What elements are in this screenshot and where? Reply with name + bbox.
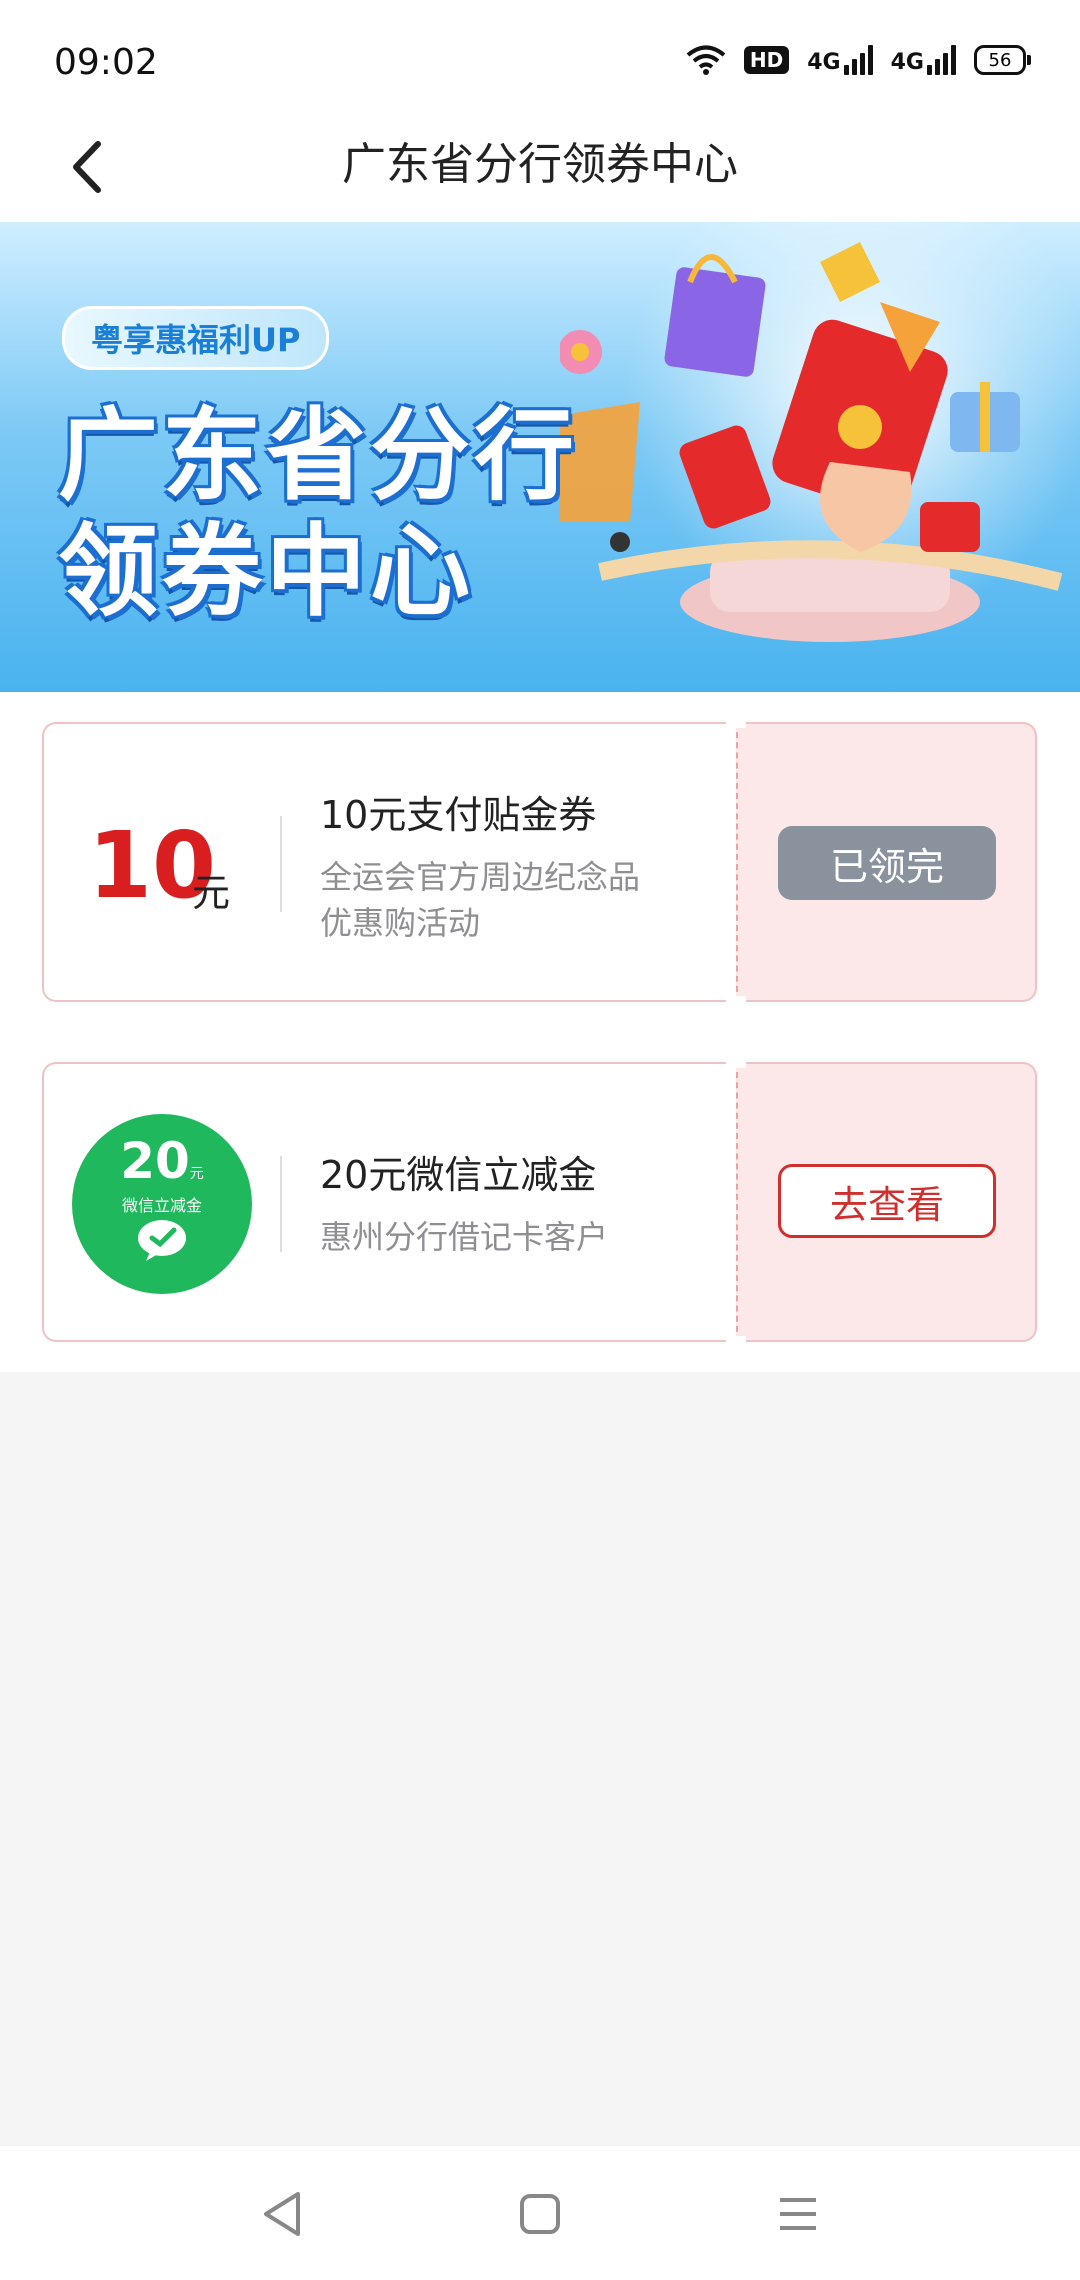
divider — [280, 1156, 282, 1252]
coupon-card: 10 元 10元支付贴金券 全运会官方周边纪念品 优惠购活动 已领完 — [42, 716, 1037, 1008]
view-button[interactable]: 去查看 — [778, 1164, 996, 1238]
ticket-notch — [726, 996, 746, 1008]
ticket-notch — [726, 1056, 746, 1068]
badge-unit: 元 — [189, 1166, 204, 1182]
coupon-info: 20元 微信立减金 20元微信立减金 惠州分行借记卡客户 — [42, 1062, 736, 1342]
promo-banner[interactable]: 粤享惠福利UP 广东省分行 领券中心 — [0, 222, 1080, 692]
coupon-title: 10元支付贴金券 — [320, 793, 597, 837]
wechat-icon — [138, 1220, 186, 1261]
coupon-action: 已领完 — [736, 722, 1037, 1002]
triangle-back-icon[interactable] — [254, 2186, 310, 2242]
signal-icon-1: 4G — [807, 45, 873, 75]
ticket-notch — [726, 1336, 746, 1348]
banner-tag: 粤享惠福利UP — [62, 306, 330, 370]
status-time: 09:02 — [54, 42, 158, 83]
ticket-notch — [726, 716, 746, 728]
badge-amount: 20 — [120, 1132, 190, 1190]
wechat-coupon-badge: 20元 微信立减金 — [72, 1114, 252, 1294]
menu-lines-icon[interactable] — [770, 2186, 826, 2242]
coupon-card: 20元 微信立减金 20元微信立减金 惠州分行借记卡客户 去查看 — [42, 1056, 1037, 1348]
divider — [280, 816, 282, 912]
coupon-info: 10 元 10元支付贴金券 全运会官方周边纪念品 优惠购活动 — [42, 722, 736, 1002]
banner-title-line2: 领券中心 — [58, 513, 474, 630]
coupon-desc-line: 惠州分行借记卡客户 — [320, 1218, 609, 1256]
badge-label: 微信立减金 — [121, 1196, 202, 1215]
coupon-description: 惠州分行借记卡客户 — [320, 1214, 700, 1260]
coupon-desc-line: 全运会官方周边纪念品 — [320, 858, 641, 896]
banner-illustration — [560, 242, 1063, 642]
page-title: 广东省分行领券中心 — [342, 139, 738, 190]
coupon-action: 去查看 — [736, 1062, 1037, 1342]
coupon-title: 20元微信立减金 — [320, 1153, 597, 1197]
coupon-list: 10 元 10元支付贴金券 全运会官方周边纪念品 优惠购活动 已领完 20元 微… — [0, 692, 1080, 1372]
hd-voice-icon: HD — [743, 46, 790, 74]
signal-icon-2: 4G — [891, 45, 956, 75]
coupon-amount-unit: 元 — [192, 871, 231, 915]
network-type-label: 4G — [890, 50, 924, 75]
coupon-desc-line: 优惠购活动 — [320, 904, 481, 942]
battery-icon: 56 — [974, 45, 1031, 75]
system-nav-bar — [0, 2146, 1080, 2280]
network-type-label: 4G — [807, 50, 841, 75]
status-icons: HD 4G 4G 56 — [686, 44, 1031, 76]
claimed-out-button[interactable]: 已领完 — [778, 826, 996, 900]
wifi-icon — [686, 45, 726, 75]
square-home-icon[interactable] — [512, 2186, 568, 2242]
title-bar: 广东省分行领券中心 — [0, 110, 1080, 222]
coupon-description: 全运会官方周边纪念品 优惠购活动 — [320, 854, 700, 946]
